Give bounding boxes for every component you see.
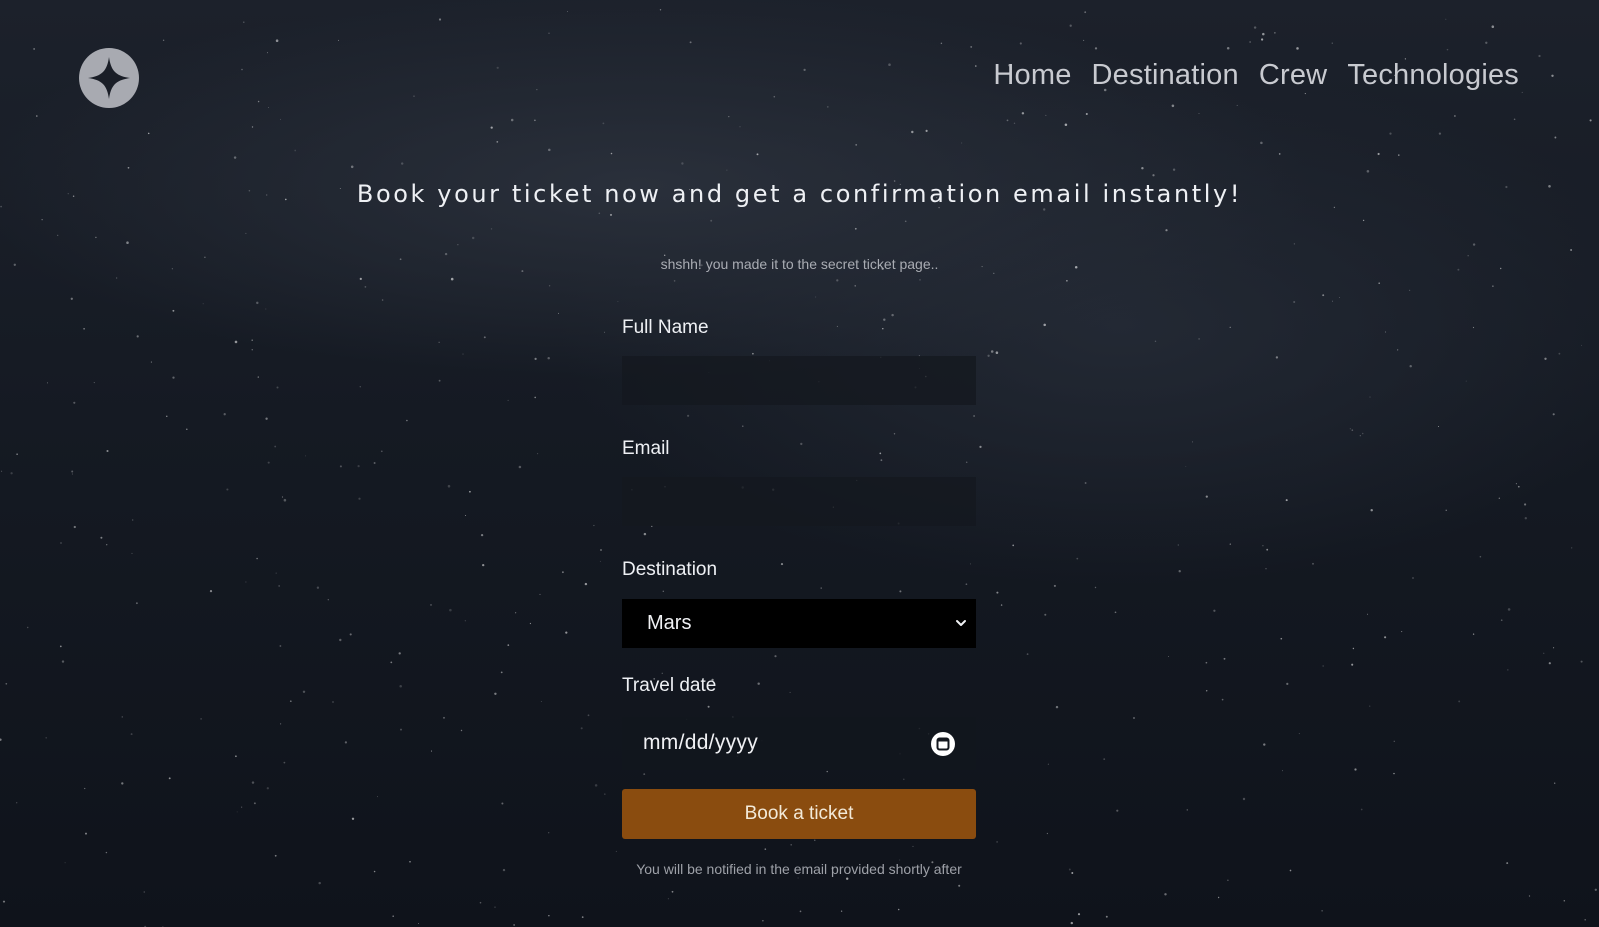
travel-date-label: Travel date — [622, 675, 717, 696]
destination-selected-value: Mars — [647, 612, 692, 634]
email-label: Email — [622, 438, 670, 459]
main-nav: Home Destination Crew Technologies — [993, 59, 1519, 92]
travel-date-input[interactable]: mm/dd/yyyy — [622, 717, 976, 770]
full-name-input[interactable] — [622, 356, 976, 405]
page-headline: Book your ticket now and get a confirmat… — [356, 180, 1243, 208]
nav-destination-link[interactable]: Destination — [1092, 59, 1239, 92]
nav-technologies-link[interactable]: Technologies — [1347, 59, 1519, 92]
notification-note: You will be notified in the email provid… — [636, 861, 962, 877]
destination-select[interactable]: Mars — [622, 599, 976, 648]
book-ticket-button[interactable]: Book a ticket — [622, 789, 976, 839]
full-name-label: Full Name — [622, 317, 709, 338]
nav-crew-link[interactable]: Crew — [1259, 59, 1327, 92]
booking-form: Full Name Email Destination Mars Travel … — [622, 316, 976, 877]
calendar-icon[interactable] — [930, 731, 956, 757]
logo[interactable] — [79, 48, 139, 108]
travel-date-value: mm/dd/yyyy — [643, 731, 759, 754]
email-input[interactable] — [622, 477, 976, 526]
destination-label: Destination — [622, 559, 718, 580]
nav-home-link[interactable]: Home — [993, 59, 1071, 92]
secret-subtext: shshh! you made it to the secret ticket … — [660, 256, 939, 272]
chevron-down-icon — [956, 620, 966, 626]
four-point-star-icon — [88, 57, 130, 99]
